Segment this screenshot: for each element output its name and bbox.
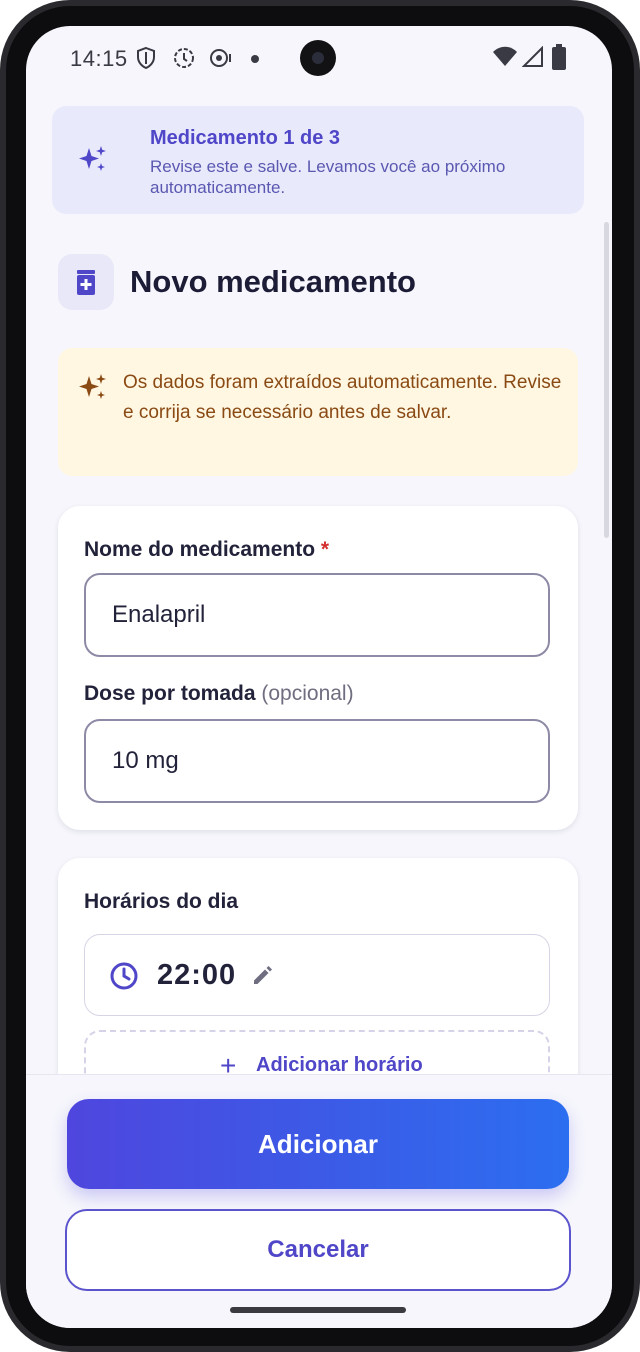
cancel-button[interactable]: Cancelar: [65, 1209, 571, 1291]
medication-form-card: Nome do medicamento * Dose por tomada (o…: [58, 506, 578, 830]
battery-icon: [552, 44, 566, 70]
name-label-text: Nome do medicamento: [84, 538, 316, 561]
shield-icon: [137, 46, 155, 70]
phone-frame: 14:15 Medicamento 1 de 3 Revise este e s…: [0, 0, 640, 1352]
action-panel: Adicionar Cancelar: [26, 1074, 612, 1328]
wifi-icon: [493, 46, 517, 66]
sync-icon: [174, 48, 194, 68]
name-field[interactable]: [84, 573, 550, 657]
medicine-bottle-icon: [58, 254, 114, 310]
clock-icon: [110, 962, 138, 990]
progress-banner: Medicamento 1 de 3 Revise este e salve. …: [52, 106, 584, 214]
name-input[interactable]: [112, 575, 532, 655]
signal-icon: [522, 46, 543, 67]
dot-icon: [251, 55, 259, 63]
volume-button: [634, 432, 639, 512]
time-value: 22:00: [157, 959, 237, 991]
dose-label-text: Dose por tomada: [84, 682, 256, 705]
required-marker: *: [320, 538, 330, 561]
banner-text: Revise este e salve. Levamos você ao pró…: [150, 157, 506, 197]
dose-input[interactable]: [112, 721, 532, 801]
auto-extract-notice: Os dados foram extraídos automaticamente…: [58, 348, 578, 476]
time-item[interactable]: 22:00: [84, 934, 550, 1016]
home-indicator[interactable]: [230, 1307, 406, 1313]
dose-field[interactable]: [84, 719, 550, 803]
scrollbar[interactable]: [604, 222, 609, 538]
dose-label: Dose por tomada (opcional): [84, 682, 354, 706]
page-title: Novo medicamento: [130, 264, 416, 299]
schedule-title: Horários do dia: [84, 890, 239, 913]
edit-pencil-icon[interactable]: [251, 963, 275, 987]
camera-cutout: [300, 40, 336, 76]
power-button: [634, 580, 639, 740]
status-bar: 14:15: [26, 26, 612, 92]
cast-icon: [210, 49, 231, 67]
notice-text: Os dados foram extraídos automaticamente…: [123, 372, 562, 423]
optional-hint: (opcional): [261, 682, 354, 705]
banner-title: Medicamento 1 de 3: [150, 127, 341, 149]
status-time: 14:15: [70, 46, 128, 71]
screen: 14:15 Medicamento 1 de 3 Revise este e s…: [26, 26, 612, 1328]
add-button[interactable]: Adicionar: [67, 1099, 569, 1189]
sparkle-icon: [79, 146, 106, 171]
name-label: Nome do medicamento *: [84, 538, 329, 562]
sparkle-icon: [79, 374, 106, 399]
